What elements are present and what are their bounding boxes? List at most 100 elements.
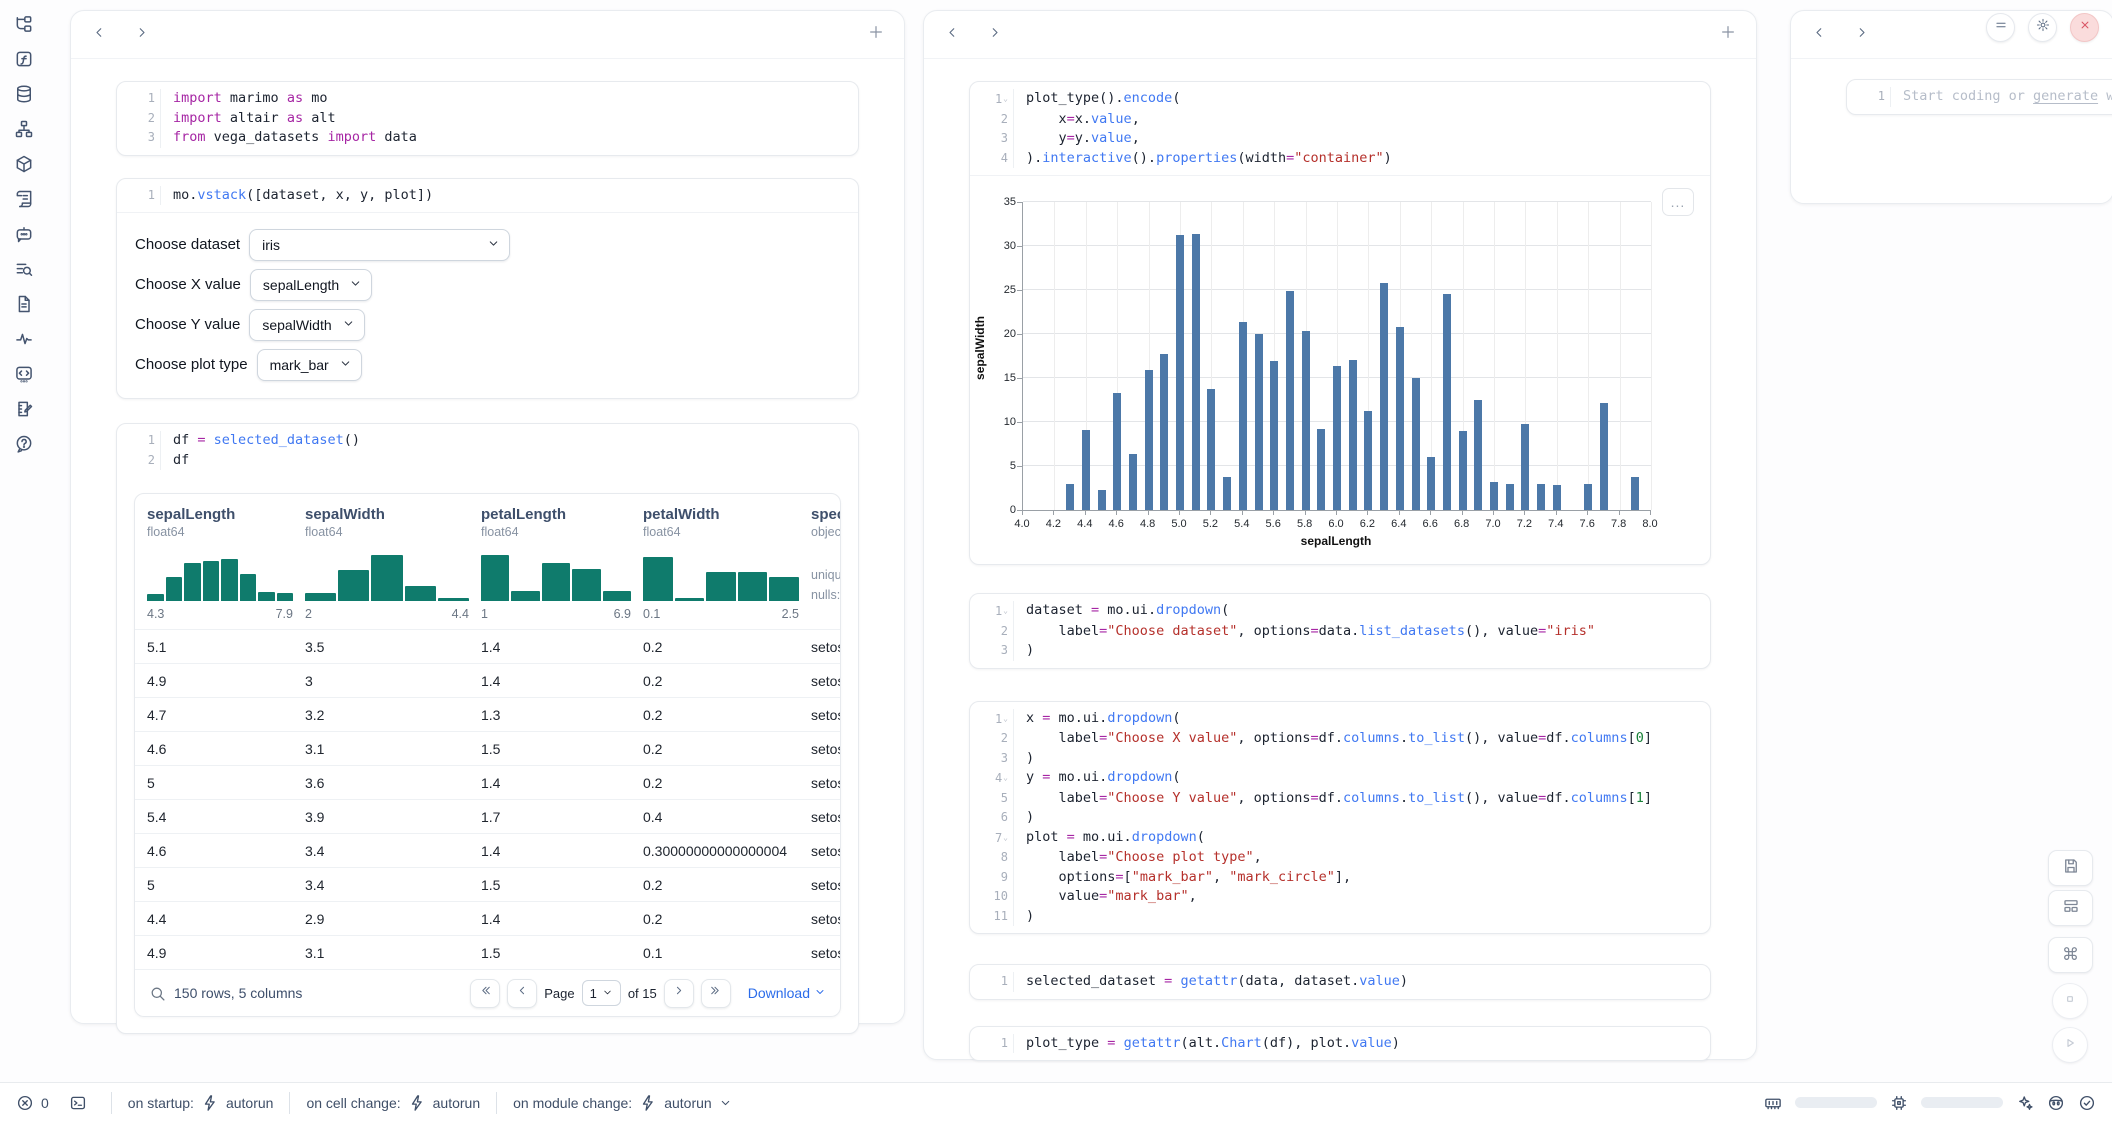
- column-header-sepalLength[interactable]: sepalLengthfloat644.37.9: [135, 506, 293, 621]
- function-icon[interactable]: [14, 49, 34, 69]
- column-header-petalLength[interactable]: petalLengthfloat6416.9: [469, 506, 631, 621]
- stop-button[interactable]: [2052, 983, 2088, 1019]
- code-line[interactable]: 9 options=["mark_bar", "mark_circle"],: [970, 868, 1700, 888]
- error-indicator[interactable]: 0: [16, 1094, 49, 1112]
- chart-code-cell[interactable]: 1⌄plot_type().encode(2 x=x.value,3 y=y.v…: [969, 81, 1711, 565]
- xy-plot-dropdown-code-cell[interactable]: 1⌄x = mo.ui.dropdown(2 label="Choose X v…: [969, 701, 1711, 935]
- y-select[interactable]: sepalWidth: [249, 309, 364, 341]
- chevron-right-icon[interactable]: [127, 21, 155, 49]
- fold-chevron-icon[interactable]: ⌄: [1002, 714, 1008, 723]
- download-button[interactable]: Download: [748, 985, 826, 1001]
- copilot-icon[interactable]: [2047, 1094, 2065, 1112]
- package-icon[interactable]: [14, 154, 34, 174]
- column-header-sepalWidth[interactable]: sepalWidthfloat6424.4: [293, 506, 469, 621]
- settings-button[interactable]: [2028, 13, 2057, 42]
- document-icon[interactable]: [14, 294, 34, 314]
- snippets-icon[interactable]: [14, 364, 34, 384]
- on-cell-change-setting[interactable]: on cell change: autorun: [306, 1094, 480, 1112]
- column-header-petalWidth[interactable]: petalWidthfloat640.12.5: [631, 506, 799, 621]
- activity-icon[interactable]: [14, 329, 34, 349]
- code-line[interactable]: 6): [970, 808, 1700, 828]
- code-line[interactable]: 2 label="Choose X value", options=df.col…: [970, 729, 1700, 749]
- code-line[interactable]: 3from vega_datasets import data: [117, 128, 848, 148]
- dataset-dropdown-code-cell[interactable]: 1⌄dataset = mo.ui.dropdown(2 label="Choo…: [969, 593, 1711, 669]
- close-button[interactable]: [2070, 13, 2099, 42]
- code-line[interactable]: 2 x=x.value,: [970, 110, 1700, 130]
- fold-chevron-icon[interactable]: ⌄: [1002, 94, 1008, 103]
- vega-actions-button[interactable]: ...: [1662, 188, 1694, 216]
- chevron-left-icon[interactable]: [85, 21, 113, 49]
- menu-button[interactable]: [1986, 13, 2015, 42]
- next-page-button[interactable]: [664, 979, 694, 1008]
- dataframe-code-cell[interactable]: 1df = selected_dataset()2df sepalLengthf…: [116, 423, 859, 1034]
- code-line[interactable]: 2 label="Choose dataset", options=data.l…: [970, 622, 1700, 642]
- database-icon[interactable]: [14, 84, 34, 104]
- run-button[interactable]: [2052, 1027, 2088, 1063]
- code-line[interactable]: 11): [970, 907, 1700, 927]
- x-select[interactable]: sepalLength: [250, 269, 372, 301]
- plot-type-code-cell[interactable]: 1plot_type = getattr(alt.Chart(df), plot…: [969, 1026, 1711, 1062]
- editor-placeholder[interactable]: Start coding or generate with: [1890, 87, 2112, 107]
- command-palette-button[interactable]: ⌘: [2048, 937, 2093, 973]
- file-tree-icon[interactable]: [14, 14, 34, 34]
- table-row[interactable]: 4.42.91.40.2setos: [135, 901, 840, 935]
- column-histogram[interactable]: [481, 549, 631, 601]
- code-line[interactable]: 1import marimo as mo: [117, 89, 848, 109]
- code-line[interactable]: 1⌄plot_type().encode(: [970, 89, 1700, 110]
- code-line[interactable]: 7⌄plot = mo.ui.dropdown(: [970, 828, 1700, 849]
- column-histogram[interactable]: [305, 549, 469, 601]
- column-histogram[interactable]: [643, 549, 799, 601]
- table-row[interactable]: 4.73.21.30.2setos: [135, 697, 840, 731]
- first-page-button[interactable]: [470, 979, 500, 1008]
- code-line[interactable]: 1selected_dataset = getattr(data, datase…: [970, 972, 1700, 992]
- table-row[interactable]: 4.63.41.40.30000000000000004setos: [135, 833, 840, 867]
- code-line[interactable]: 1plot_type = getattr(alt.Chart(df), plot…: [970, 1034, 1700, 1054]
- fold-chevron-icon[interactable]: ⌄: [1002, 773, 1008, 782]
- code-line[interactable]: 1mo.vstack([dataset, x, y, plot]): [117, 186, 848, 206]
- code-line[interactable]: 1⌄x = mo.ui.dropdown(: [970, 709, 1700, 730]
- imports-code-cell[interactable]: 1import marimo as mo2import altair as al…: [116, 81, 859, 156]
- generate-link[interactable]: generate: [2033, 88, 2098, 104]
- code-line[interactable]: 10 value="mark_bar",: [970, 887, 1700, 907]
- search-icon[interactable]: [149, 985, 166, 1002]
- table-row[interactable]: 53.41.50.2setos: [135, 867, 840, 901]
- table-row[interactable]: 5.43.91.70.4setos: [135, 799, 840, 833]
- table-row[interactable]: 4.63.11.50.2setos: [135, 731, 840, 765]
- sparkles-ai-icon[interactable]: [2016, 1094, 2034, 1112]
- code-line[interactable]: 4⌄y = mo.ui.dropdown(: [970, 768, 1700, 789]
- code-line[interactable]: 1df = selected_dataset(): [117, 431, 848, 451]
- code-line[interactable]: 1⌄dataset = mo.ui.dropdown(: [970, 601, 1700, 622]
- code-line[interactable]: 3): [970, 641, 1700, 661]
- dataset-select[interactable]: iris: [249, 229, 510, 261]
- table-row[interactable]: 5.13.51.40.2setos: [135, 629, 840, 663]
- chevron-right-icon[interactable]: [1847, 21, 1875, 49]
- help-icon[interactable]: [14, 434, 34, 454]
- fold-chevron-icon[interactable]: ⌄: [1002, 606, 1008, 615]
- selected-dataset-code-cell[interactable]: 1selected_dataset = getattr(data, datase…: [969, 964, 1711, 1000]
- chevron-right-icon[interactable]: [980, 21, 1008, 49]
- fold-chevron-icon[interactable]: ⌄: [1002, 833, 1008, 842]
- save-button[interactable]: [2048, 850, 2093, 886]
- connection-status-icon[interactable]: [2078, 1094, 2096, 1112]
- table-row[interactable]: 53.61.40.2setos: [135, 765, 840, 799]
- table-row[interactable]: 4.931.40.2setos: [135, 663, 840, 697]
- code-line[interactable]: 4).interactive().properties(width="conta…: [970, 149, 1700, 169]
- empty-code-cell[interactable]: 1 Start coding or generate with: [1846, 79, 2112, 115]
- page-select[interactable]: 1: [582, 980, 621, 1006]
- table-row[interactable]: 4.93.11.50.1setos: [135, 935, 840, 969]
- vstack-code-cell[interactable]: 1mo.vstack([dataset, x, y, plot]) Choose…: [116, 178, 859, 400]
- layout-button[interactable]: [2048, 890, 2093, 926]
- code-line[interactable]: 5 label="Choose Y value", options=df.col…: [970, 789, 1700, 809]
- chevron-left-icon[interactable]: [938, 21, 966, 49]
- plot-type-select[interactable]: mark_bar: [257, 349, 362, 381]
- chevron-left-icon[interactable]: [1805, 21, 1833, 49]
- code-line[interactable]: 2df: [117, 451, 848, 471]
- add-cell-icon[interactable]: [862, 21, 890, 49]
- on-startup-setting[interactable]: on startup: autorun: [128, 1094, 274, 1112]
- chart-plot-area[interactable]: [1022, 202, 1651, 511]
- chat-bot-icon[interactable]: [14, 224, 34, 244]
- terminal-icon[interactable]: [69, 1094, 87, 1112]
- add-cell-icon[interactable]: [1714, 21, 1742, 49]
- script-icon[interactable]: [14, 189, 34, 209]
- code-line[interactable]: 8 label="Choose plot type",: [970, 848, 1700, 868]
